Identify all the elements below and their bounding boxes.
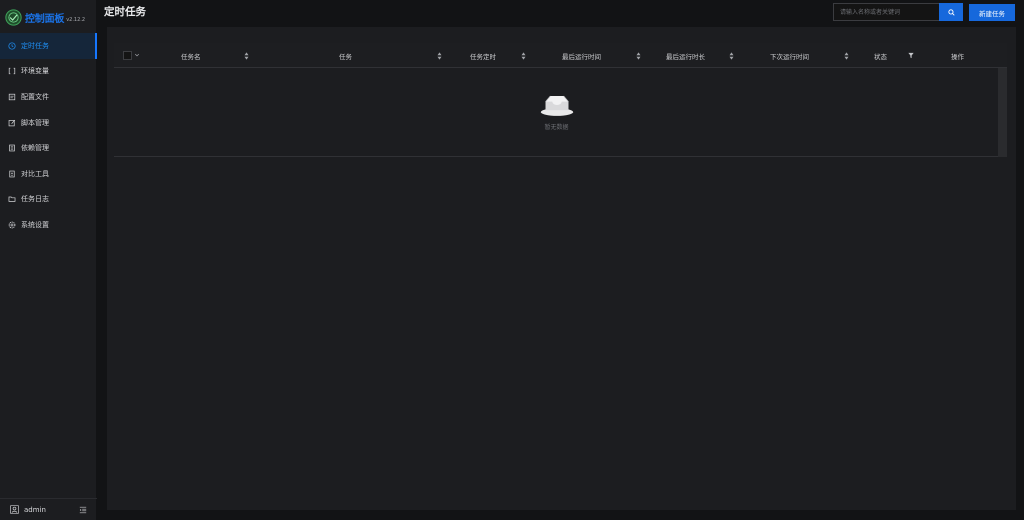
sort-icon[interactable] [844, 52, 849, 60]
sidebar-menu: 定时任务 环境变量 配置文件 脚本管理 依赖管理 对比工具 任务日志 系统设置 [0, 33, 97, 238]
sidebar-item-setting[interactable]: 系统设置 [0, 212, 97, 238]
column-label: 任务定时 [470, 52, 496, 61]
variable-icon [8, 67, 16, 75]
column-header-status[interactable]: 状态 [874, 43, 887, 68]
column-header-last-run-duration[interactable]: 最后运行时长 [666, 43, 705, 68]
sidebar-item-env[interactable]: 环境变量 [0, 59, 97, 85]
column-header-actions: 操作 [951, 43, 964, 68]
column-header-command[interactable]: 任务 [339, 43, 352, 68]
search-button[interactable] [939, 3, 963, 21]
sidebar-item-label: 依赖管理 [21, 144, 49, 153]
logo-icon [5, 8, 22, 26]
sidebar: 控制面板 v2.12.2 定时任务 环境变量 配置文件 脚本管理 依赖管理 对比… [0, 0, 97, 520]
search-bar [833, 3, 963, 21]
main-content: 任务名 任务 任务定时 最后运行时间 最后运行时长 下次运行时间 状态 操作 暂… [107, 27, 1016, 510]
sidebar-item-dependence[interactable]: 依赖管理 [0, 135, 97, 161]
chevron-down-icon[interactable] [134, 52, 140, 58]
sidebar-item-label: 脚本管理 [21, 118, 49, 127]
sidebar-item-label: 环境变量 [21, 67, 49, 76]
search-input[interactable] [833, 3, 939, 21]
form-icon [8, 93, 16, 101]
column-label: 任务名 [181, 52, 201, 61]
table-header: 任务名 任务 任务定时 最后运行时间 最后运行时长 下次运行时间 状态 操作 [114, 43, 1007, 68]
sidebar-item-label: 对比工具 [21, 169, 49, 178]
sort-icon[interactable] [521, 52, 526, 60]
brand-logo[interactable]: 控制面板 v2.12.2 [5, 7, 85, 27]
edit-icon [8, 119, 16, 127]
task-table: 任务名 任务 任务定时 最后运行时间 最后运行时长 下次运行时间 状态 操作 暂… [114, 43, 1007, 157]
column-header-last-run-time[interactable]: 最后运行时间 [562, 43, 601, 68]
diff-icon [8, 170, 16, 178]
empty-text: 暂无数据 [544, 124, 569, 131]
sidebar-item-label: 系统设置 [21, 220, 49, 229]
sort-icon[interactable] [244, 52, 249, 60]
empty-box-icon [540, 95, 574, 116]
table-scrollbar[interactable] [998, 68, 1007, 157]
search-icon [947, 8, 955, 16]
sidebar-item-script[interactable]: 脚本管理 [0, 110, 97, 136]
column-label: 最后运行时长 [666, 52, 705, 61]
select-all-checkbox[interactable] [123, 51, 132, 60]
column-header-schedule[interactable]: 任务定时 [470, 43, 496, 68]
brand-version: v2.12.2 [66, 17, 86, 23]
column-label: 最后运行时间 [562, 52, 601, 61]
sort-icon[interactable] [437, 52, 442, 60]
sidebar-item-diff[interactable]: 对比工具 [0, 161, 97, 187]
folder-icon [8, 195, 16, 203]
sidebar-item-label: 任务日志 [21, 195, 49, 204]
setting-icon [8, 221, 16, 229]
sidebar-item-log[interactable]: 任务日志 [0, 187, 97, 213]
clock-icon [8, 42, 16, 50]
column-label: 状态 [874, 52, 887, 61]
sort-icon[interactable] [729, 52, 734, 60]
sidebar-item-label: 定时任务 [21, 41, 49, 50]
sidebar-item-label: 配置文件 [21, 92, 49, 101]
container-icon [8, 144, 16, 152]
menu-fold-icon[interactable] [79, 506, 87, 514]
page-title: 定时任务 [104, 6, 146, 18]
new-task-button[interactable]: 新建任务 [969, 4, 1015, 21]
username: admin [24, 505, 46, 514]
column-label: 操作 [951, 52, 964, 61]
filter-icon[interactable] [908, 52, 914, 59]
sidebar-item-config[interactable]: 配置文件 [0, 84, 97, 110]
table-body: 暂无数据 [114, 68, 1007, 157]
column-label: 任务 [339, 52, 352, 61]
user-menu[interactable]: admin [0, 498, 97, 520]
column-label: 下次运行时间 [770, 52, 809, 61]
brand-title: 控制面板 [25, 13, 65, 25]
column-header-name[interactable]: 任务名 [181, 43, 201, 68]
sidebar-item-crontab[interactable]: 定时任务 [0, 33, 97, 59]
sort-icon[interactable] [636, 52, 641, 60]
column-header-next-run-time[interactable]: 下次运行时间 [770, 43, 809, 68]
user-icon [10, 505, 19, 514]
